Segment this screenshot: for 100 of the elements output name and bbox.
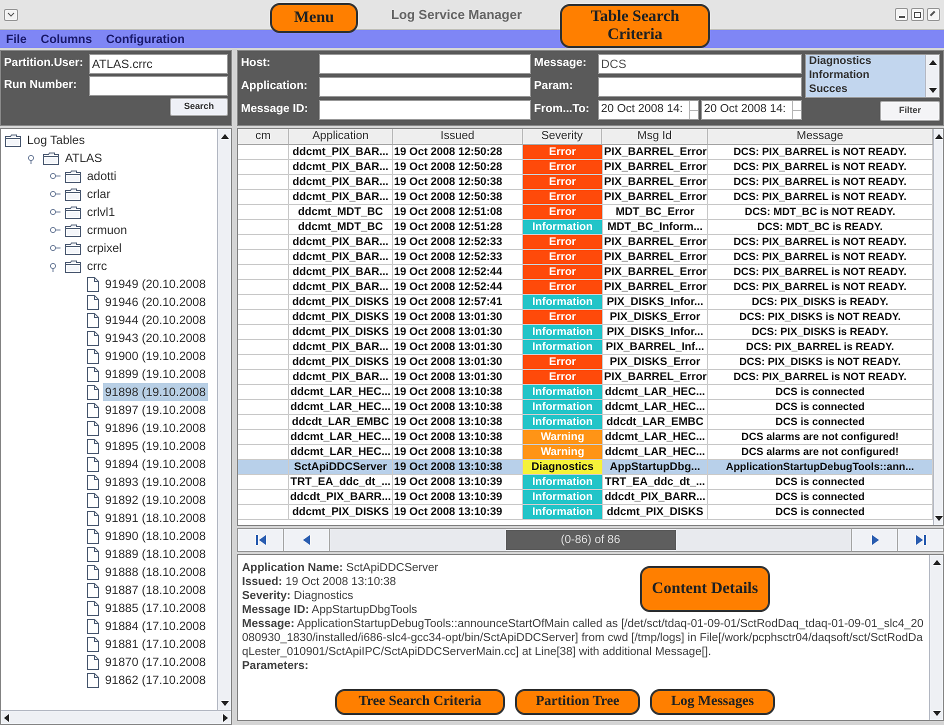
scroll-right-icon[interactable] xyxy=(223,714,228,722)
table-row[interactable]: ddcmt_PIX_DISKS 19 Oct 2008 13:01:30 Error PIX_DISKS_Error DCS: PIX_DISKS is NOT READY. xyxy=(238,310,933,325)
scroll-up-icon[interactable] xyxy=(934,134,942,138)
collapsed-toggle-icon[interactable] xyxy=(49,188,61,200)
table-row[interactable]: ddcmt_PIX_BAR... 19 Oct 2008 13:01:30 Error PIX_BARREL_Error DCS: PIX_BARREL is NOT READY. xyxy=(238,370,933,385)
tree-item[interactable]: 91884 (17.10.2008 xyxy=(103,617,208,635)
table-row[interactable]: ddcmt_MDT_BC 19 Oct 2008 12:51:08 Error MDT_BC_Error DCS: MDT_BC is NOT READY. xyxy=(238,205,933,220)
search-button[interactable]: Search xyxy=(170,98,228,116)
table-row[interactable]: ddcmt_LAR_HEC... 19 Oct 2008 13:10:38 Warning ddcmt_LAR_HEC... DCS alarms are not configured! xyxy=(238,430,933,445)
filter-button[interactable]: Filter xyxy=(880,101,940,121)
vertical-scrollbar[interactable] xyxy=(933,129,943,525)
text-field[interactable] xyxy=(319,54,531,74)
horizontal-scrollbar[interactable] xyxy=(1,710,231,724)
list-item[interactable]: Succes xyxy=(809,82,922,96)
vertical-scrollbar[interactable] xyxy=(925,55,939,97)
table-row[interactable]: ddcmt_PIX_BAR... 19 Oct 2008 12:50:28 Error PIX_BARREL_Error DCS: PIX_BARREL is NOT READY. xyxy=(238,160,933,175)
date-spinner[interactable]: 20 Oct 2008 14: xyxy=(598,100,699,120)
column-header[interactable]: Msg Id xyxy=(602,129,708,144)
tree-item[interactable]: crmuon xyxy=(85,221,130,239)
scroll-left-icon[interactable] xyxy=(4,714,9,722)
severity-list[interactable]: Diagnostics Information Succes xyxy=(805,54,940,98)
table-row[interactable]: ddcmt_PIX_DISKS 19 Oct 2008 13:01:30 Information PIX_DISKS_Infor... DCS: PIX_DISKS is READY. xyxy=(238,325,933,340)
text-field[interactable] xyxy=(598,77,802,97)
scroll-up-icon[interactable] xyxy=(928,60,936,64)
tree-item[interactable]: 91895 (19.10.2008 xyxy=(103,437,208,455)
close-icon[interactable] xyxy=(927,8,940,21)
tree-item[interactable]: 91862 (17.10.2008 xyxy=(103,671,208,689)
tree-item[interactable]: 91944 (20.10.2008 xyxy=(103,311,208,329)
tree-item[interactable]: 91896 (19.10.2008 xyxy=(103,419,208,437)
table-row[interactable]: ddcmt_MDT_BC 19 Oct 2008 12:51:28 Information MDT_BC_Inform... DCS: MDT_BC is READY. xyxy=(238,220,933,235)
collapsed-toggle-icon[interactable] xyxy=(49,242,61,254)
tree-item[interactable]: 91890 (18.10.2008 xyxy=(103,527,208,545)
scroll-down-icon[interactable] xyxy=(932,710,940,716)
table-row[interactable]: ddcmt_LAR_HEC... 19 Oct 2008 13:10:38 Warning ddcmt_LAR_HEC... DCS alarms are not configured! xyxy=(238,445,933,460)
table-row[interactable]: ddcmt_PIX_DISKS 19 Oct 2008 13:10:39 Information ddcmt_PIX_DISKS DCS is connected xyxy=(238,505,933,520)
table-row[interactable]: ddcmt_PIX_DISKS 19 Oct 2008 12:57:41 Information PIX_DISKS_Infor... DCS: PIX_DISKS is READY. xyxy=(238,295,933,310)
tree-item[interactable]: 91881 (17.10.2008 xyxy=(103,635,208,653)
table-row[interactable]: ddcmt_PIX_BAR... 19 Oct 2008 13:01:30 Information PIX_BARREL_Inf... DCS: PIX_BARREL is READY. xyxy=(238,340,933,355)
scroll-down-icon[interactable] xyxy=(220,700,228,706)
first-page-button[interactable] xyxy=(238,529,284,551)
tree-item[interactable]: 91892 (19.10.2008 xyxy=(103,491,208,509)
collapsed-toggle-icon[interactable] xyxy=(49,170,61,182)
table-row[interactable]: SctApiDDCServer 19 Oct 2008 13:10:38 Diagnostics AppStartupDbg... ApplicationStartupDebugTools::ann... xyxy=(238,460,933,475)
tree-item[interactable]: 91887 (18.10.2008 xyxy=(103,581,208,599)
tree-item[interactable]: 91898 (19.10.2008 xyxy=(103,383,208,401)
tree-item[interactable]: crpixel xyxy=(85,239,124,257)
menu-item[interactable]: Configuration xyxy=(106,30,185,48)
tree-item[interactable]: 91894 (19.10.2008 xyxy=(103,455,208,473)
tree-item[interactable]: crlar xyxy=(85,185,112,203)
table-row[interactable]: ddcmt_PIX_BAR... 19 Oct 2008 12:50:28 Error PIX_BARREL_Error DCS: PIX_BARREL is NOT READY. xyxy=(238,145,933,160)
tree-item[interactable]: 91893 (19.10.2008 xyxy=(103,473,208,491)
tree-item[interactable]: crrc xyxy=(85,257,109,275)
text-field[interactable] xyxy=(319,100,531,120)
table-row[interactable]: ddcmt_PIX_BAR... 19 Oct 2008 12:50:38 Error PIX_BARREL_Error DCS: PIX_BARREL is NOT READY. xyxy=(238,190,933,205)
table-row[interactable]: ddcmt_PIX_DISKS 19 Oct 2008 13:01:30 Error PIX_DISKS_Error DCS: PIX_DISKS is NOT READY. xyxy=(238,355,933,370)
table-row[interactable]: ddcmt_PIX_BAR... 19 Oct 2008 12:52:33 Error PIX_BARREL_Error DCS: PIX_BARREL is NOT READY. xyxy=(238,235,933,250)
column-header[interactable]: Application xyxy=(289,129,393,144)
table-row[interactable]: ddcmt_PIX_BAR... 19 Oct 2008 12:52:44 Error PIX_BARREL_Error DCS: PIX_BARREL is NOT READY. xyxy=(238,280,933,295)
maximize-icon[interactable] xyxy=(911,8,924,21)
tree-item[interactable]: 91889 (18.10.2008 xyxy=(103,545,208,563)
column-header[interactable]: Issued xyxy=(393,129,523,144)
collapsed-toggle-icon[interactable] xyxy=(49,224,61,236)
scroll-down-icon[interactable] xyxy=(934,516,942,520)
vertical-scrollbar[interactable] xyxy=(929,555,943,720)
list-item[interactable]: Information xyxy=(809,68,922,82)
menu-item[interactable]: File xyxy=(6,30,27,48)
text-field[interactable] xyxy=(89,76,228,96)
tree-item[interactable]: 91885 (17.10.2008 xyxy=(103,599,208,617)
tree-item[interactable]: 91870 (17.10.2008 xyxy=(103,653,208,671)
collapsed-toggle-icon[interactable] xyxy=(49,206,61,218)
table-row[interactable]: ddcmt_LAR_HEC... 19 Oct 2008 13:10:38 Information ddcmt_LAR_HEC... DCS is connected xyxy=(238,400,933,415)
text-field[interactable]: ATLAS.crrc xyxy=(89,54,228,74)
tree-item[interactable]: 91949 (20.10.2008 xyxy=(103,275,208,293)
table-row[interactable]: ddcmt_PIX_BAR... 19 Oct 2008 12:50:38 Error PIX_BARREL_Error DCS: PIX_BARREL is NOT READY. xyxy=(238,175,933,190)
text-field[interactable]: DCS xyxy=(598,54,802,74)
menu-item[interactable]: Columns xyxy=(40,30,92,48)
text-field[interactable] xyxy=(319,77,531,97)
minimize-icon[interactable] xyxy=(895,8,908,21)
scroll-up-icon[interactable] xyxy=(932,560,940,564)
date-spinner[interactable]: 20 Oct 2008 14: xyxy=(701,100,802,120)
next-page-button[interactable] xyxy=(851,529,897,551)
tree-item[interactable]: 91888 (18.10.2008 xyxy=(103,563,208,581)
tree-item[interactable]: 91891 (18.10.2008 xyxy=(103,509,208,527)
tree-item[interactable]: ATLAS xyxy=(63,149,104,167)
table-row[interactable]: ddcmt_LAR_HEC... 19 Oct 2008 13:10:38 Information ddcmt_LAR_HEC... DCS is connected xyxy=(238,385,933,400)
tree-item[interactable]: crlvl1 xyxy=(85,203,118,221)
tree-item[interactable]: 91943 (20.10.2008 xyxy=(103,329,208,347)
tree-item[interactable]: 91897 (19.10.2008 xyxy=(103,401,208,419)
table-row[interactable]: ddcdt_LAR_EMBC 19 Oct 2008 13:10:38 Information ddcdt_LAR_EMBC DCS is connected xyxy=(238,415,933,430)
table-row[interactable]: ddcmt_PIX_BAR... 19 Oct 2008 12:52:44 Error PIX_BARREL_Error DCS: PIX_BARREL is NOT READY. xyxy=(238,265,933,280)
window-menu-button[interactable] xyxy=(4,8,18,20)
table-row[interactable]: TRT_EA_ddc_dt_... 19 Oct 2008 13:10:39 Information TRT_EA_ddc_dt_... DCS is connected xyxy=(238,475,933,490)
tree-item[interactable]: 91900 (19.10.2008 xyxy=(103,347,208,365)
list-item[interactable]: Diagnostics xyxy=(809,54,922,68)
table-row[interactable]: ddcdt_PIX_BARR... 19 Oct 2008 13:10:39 Information ddcdt_PIX_BARR... DCS is connected xyxy=(238,490,933,505)
column-header[interactable]: cm xyxy=(238,129,289,144)
tree-item[interactable]: 91946 (20.10.2008 xyxy=(103,293,208,311)
tree-item[interactable]: Log Tables xyxy=(25,131,87,149)
column-header[interactable]: Severity xyxy=(523,129,602,144)
scroll-down-icon[interactable] xyxy=(928,88,936,92)
